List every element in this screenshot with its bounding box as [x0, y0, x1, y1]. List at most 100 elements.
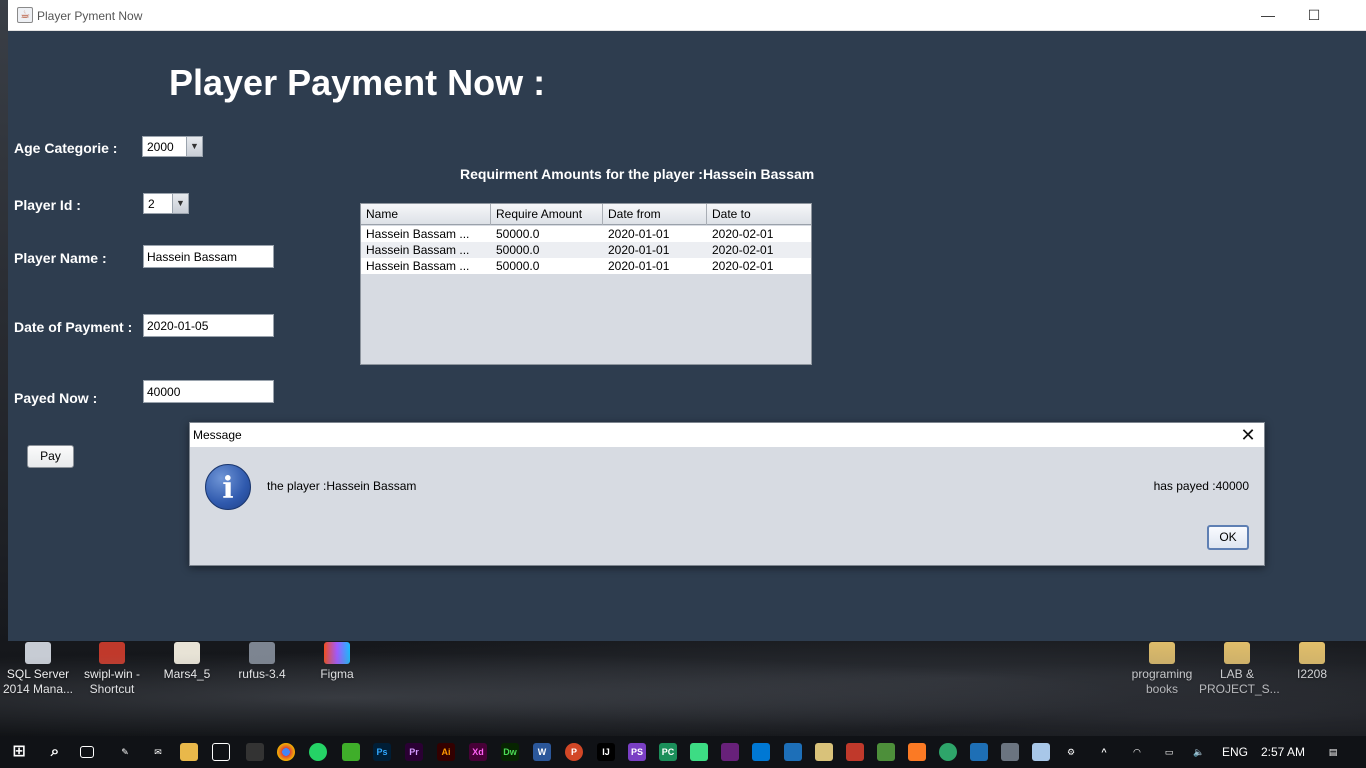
- cell-name: Hassein Bassam ...: [366, 259, 470, 273]
- battery-icon[interactable]: ▭: [1160, 743, 1178, 761]
- illustrator-icon[interactable]: Ai: [437, 743, 455, 761]
- table-row[interactable]: Hassein Bassam ... 50000.0 2020-01-01 20…: [361, 242, 811, 258]
- desktop-icon-mars[interactable]: Mars4_5: [149, 642, 225, 682]
- inkscape-icon[interactable]: ✎: [116, 743, 134, 761]
- desktop-icon-swipl[interactable]: swipl-win - Shortcut: [74, 642, 150, 697]
- desktop-icon-programing-books[interactable]: programing books: [1124, 642, 1200, 697]
- settings-app-icon[interactable]: ⚙: [1062, 743, 1080, 761]
- table-title: Requirment Amounts for the player :Hasse…: [460, 166, 815, 182]
- mail-icon[interactable]: ✉: [149, 743, 167, 761]
- windows-start-icon[interactable]: ⊞: [10, 743, 28, 761]
- folder-icon: [1149, 642, 1175, 664]
- phpstorm-icon[interactable]: PS: [628, 743, 646, 761]
- dialog-message-player: the player :Hassein Bassam: [267, 479, 417, 493]
- close-icon[interactable]: ✕: [1238, 424, 1258, 446]
- column-header-require-amount[interactable]: Require Amount: [491, 204, 603, 225]
- whatsapp-icon[interactable]: [309, 743, 327, 761]
- message-dialog: Message ✕ i the player :Hassein Bassam h…: [189, 422, 1265, 566]
- cell-date-from: 2020-01-01: [608, 243, 670, 257]
- chevron-down-icon: ▼: [186, 137, 202, 156]
- dialog-titlebar: Message ✕: [190, 423, 1264, 447]
- folder-icon: [1224, 642, 1250, 664]
- console-icon[interactable]: [1001, 743, 1019, 761]
- minimize-button[interactable]: —: [1245, 0, 1291, 31]
- pay-button[interactable]: Pay: [27, 445, 74, 468]
- desktop-icon-lab-project[interactable]: LAB & PROJECT_S...: [1199, 642, 1280, 697]
- chevron-down-icon: ▼: [172, 194, 188, 213]
- search-icon[interactable]: ⌕: [46, 743, 64, 761]
- cell-date-from: 2020-01-01: [608, 259, 670, 273]
- git-icon[interactable]: [846, 743, 864, 761]
- java-app-icon: ☕: [17, 7, 33, 23]
- language-indicator[interactable]: ENG: [1222, 745, 1248, 759]
- sql-server-icon: [25, 642, 51, 664]
- dialog-message-amount: has payed :40000: [1153, 479, 1249, 493]
- desktop-icon-figma[interactable]: Figma: [299, 642, 375, 682]
- player-name-field[interactable]: Hassein Bassam: [143, 245, 274, 268]
- cell-require-amount: 50000.0: [496, 259, 540, 273]
- payed-now-field[interactable]: 40000: [143, 380, 274, 403]
- photoshop-icon[interactable]: Ps: [373, 743, 391, 761]
- pycharm-icon[interactable]: PC: [659, 743, 677, 761]
- swipl-owl-icon: [99, 642, 125, 664]
- player-id-label: Player Id :: [14, 197, 81, 213]
- player-id-combo[interactable]: 2 ▼: [143, 193, 189, 214]
- virtualbox-icon[interactable]: [784, 743, 802, 761]
- task-view-icon[interactable]: [80, 746, 94, 758]
- payed-now-label: Payed Now :: [14, 390, 98, 406]
- java-jar-icon: [174, 642, 200, 664]
- network-tool-icon[interactable]: [877, 743, 895, 761]
- table-row[interactable]: Hassein Bassam ... 50000.0 2020-01-01 20…: [361, 226, 811, 242]
- requirements-table[interactable]: Name Require Amount Date from Date to Ha…: [360, 203, 812, 365]
- premiere-icon[interactable]: Pr: [405, 743, 423, 761]
- cell-require-amount: 50000.0: [496, 227, 540, 241]
- taskbar: ⊞ ⌕ ✎ ✉ Ps Pr Ai Xd Dw W P IJ PS PC ⚙ ^ …: [0, 736, 1366, 768]
- column-header-date-to[interactable]: Date to: [707, 204, 811, 225]
- desktop-icon-rufus[interactable]: rufus-3.4: [224, 642, 300, 682]
- cell-name: Hassein Bassam ...: [366, 227, 470, 241]
- player-name-label: Player Name :: [14, 250, 107, 266]
- app-green-icon[interactable]: [939, 743, 957, 761]
- ok-button[interactable]: OK: [1207, 525, 1249, 550]
- xd-icon[interactable]: Xd: [469, 743, 487, 761]
- powerpoint-icon[interactable]: P: [565, 743, 583, 761]
- window-title: Player Pyment Now: [37, 9, 143, 23]
- clock[interactable]: 2:57 AM: [1261, 745, 1305, 759]
- tools-icon[interactable]: [815, 743, 833, 761]
- column-header-name[interactable]: Name: [361, 204, 491, 225]
- date-of-payment-field[interactable]: 2020-01-05: [143, 314, 274, 337]
- folder-icon: [1299, 642, 1325, 664]
- desktop-icon-sql-server[interactable]: SQL Server 2014 Mana...: [0, 642, 76, 697]
- cell-date-from: 2020-01-01: [608, 227, 670, 241]
- file-explorer-icon[interactable]: [180, 743, 198, 761]
- figma-icon: [324, 642, 350, 664]
- cell-date-to: 2020-02-01: [712, 227, 774, 241]
- info-icon: i: [205, 464, 251, 510]
- camtasia-icon[interactable]: [342, 743, 360, 761]
- word-icon[interactable]: W: [533, 743, 551, 761]
- age-category-combo[interactable]: 2000 ▼: [142, 136, 203, 157]
- maximize-button[interactable]: ☐: [1291, 0, 1337, 31]
- table-row[interactable]: Hassein Bassam ... 50000.0 2020-01-01 20…: [361, 258, 811, 274]
- visual-studio-icon[interactable]: [721, 743, 739, 761]
- chevron-up-icon[interactable]: ^: [1095, 743, 1113, 761]
- notepad-icon[interactable]: [1032, 743, 1050, 761]
- vscode-icon[interactable]: [752, 743, 770, 761]
- notification-icon[interactable]: ▤: [1324, 743, 1342, 761]
- date-of-payment-label: Date of Payment :: [14, 319, 133, 335]
- chrome-icon[interactable]: [277, 743, 295, 761]
- column-header-date-from[interactable]: Date from: [603, 204, 707, 225]
- terminal-icon[interactable]: [246, 743, 264, 761]
- table-header: Name Require Amount Date from Date to: [361, 204, 811, 225]
- cell-require-amount: 50000.0: [496, 243, 540, 257]
- wifi-icon[interactable]: ◠: [1128, 743, 1146, 761]
- dreamweaver-icon[interactable]: Dw: [501, 743, 519, 761]
- store-icon[interactable]: [212, 743, 230, 761]
- dialog-title: Message: [193, 428, 242, 442]
- android-studio-icon[interactable]: [690, 743, 708, 761]
- xampp-icon[interactable]: [908, 743, 926, 761]
- volume-icon[interactable]: 🔈: [1190, 743, 1208, 761]
- desktop-icon-i2208[interactable]: I2208: [1274, 642, 1350, 682]
- intellij-icon[interactable]: IJ: [597, 743, 615, 761]
- app-blue-icon[interactable]: [970, 743, 988, 761]
